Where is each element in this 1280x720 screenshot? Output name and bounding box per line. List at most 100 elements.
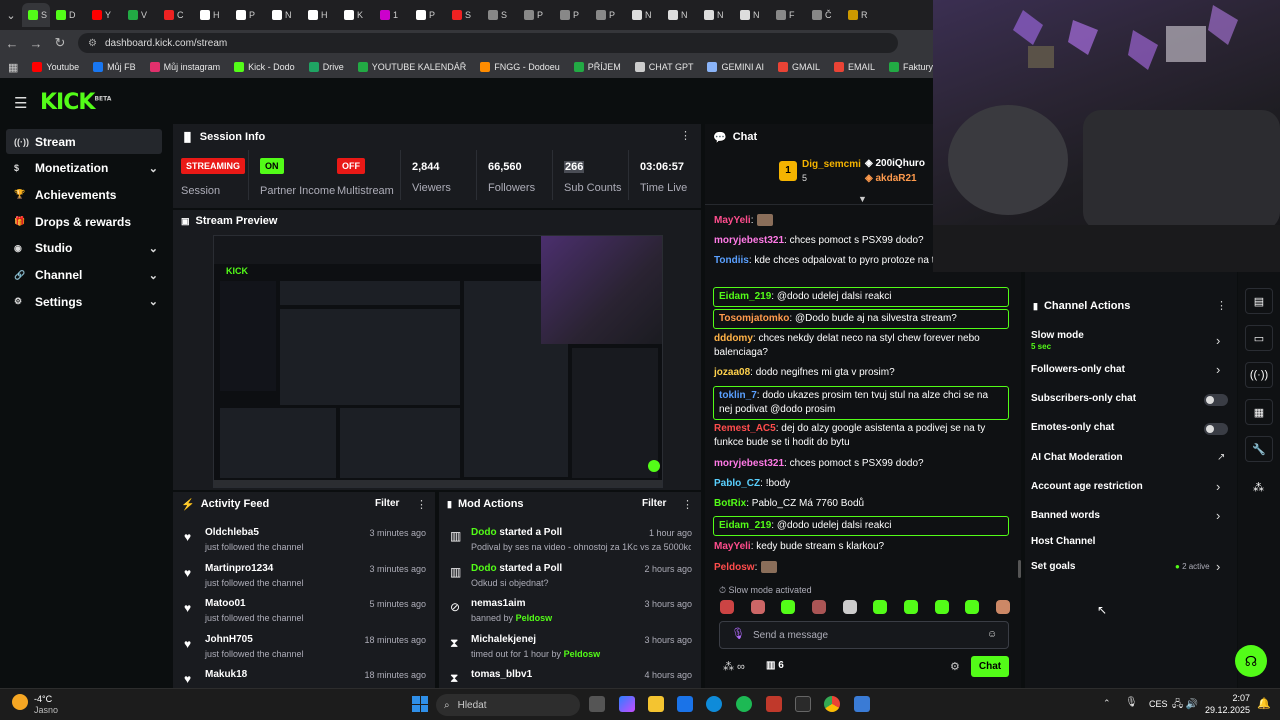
toggle-switch[interactable] [1204, 423, 1228, 435]
top-gifter-2[interactable]: ◈ 200iQhuro [865, 158, 925, 169]
explorer-icon[interactable] [648, 696, 664, 712]
mod-user[interactable]: Michalekjenej [471, 634, 536, 645]
mod-by[interactable]: Peldosw [516, 613, 553, 623]
bookmark-item[interactable]: Můj instagram [149, 62, 220, 72]
notepad-icon[interactable] [854, 696, 870, 712]
mod-user[interactable]: tomas_blbv1 [471, 669, 532, 680]
menu-icon[interactable]: ☰ [14, 94, 27, 112]
chevron-right-icon[interactable]: › [1216, 479, 1220, 494]
tab-list-icon[interactable]: ⌄ [0, 9, 22, 22]
chat-username[interactable]: Eidam_219 [719, 520, 771, 531]
emote-icon[interactable] [995, 600, 1010, 614]
chat-username[interactable]: dddomy [714, 333, 753, 344]
broadcast-icon[interactable]: ((·)) [1245, 362, 1273, 388]
notification-icon[interactable]: 🔔 [1257, 697, 1271, 710]
channel-action-followers-only-chat[interactable]: Followers-only chat [1031, 364, 1125, 375]
chat-username[interactable]: BotRix [714, 498, 746, 509]
browser-tab[interactable]: P [590, 3, 626, 27]
copilot-icon[interactable] [619, 696, 635, 712]
top-gifter-3[interactable]: ◈ akdaR21 [865, 173, 917, 184]
sidebar-item-drops-rewards[interactable]: 🎁 Drops & rewards [6, 209, 162, 234]
chat-username[interactable]: Remest_AC5 [714, 423, 776, 434]
microphone-icon[interactable]: 🎙 [731, 627, 745, 640]
obs-icon[interactable] [766, 696, 782, 712]
mod-filter-button[interactable]: Filter [642, 498, 666, 509]
mod-by[interactable]: Peldosw [564, 649, 601, 659]
bookmark-item[interactable]: Můj FB [93, 62, 136, 72]
channel-action-subscribers-only-chat[interactable]: Subscribers-only chat [1031, 393, 1136, 404]
bookmark-item[interactable]: FNGG - Dodoeu [480, 62, 560, 72]
browser-tab[interactable]: P [554, 3, 590, 27]
browser-tab[interactable]: Y [86, 3, 122, 27]
chevron-right-icon[interactable]: › [1216, 508, 1220, 523]
windows-start-icon[interactable] [412, 696, 428, 712]
layers-icon[interactable]: ▦ [1245, 399, 1273, 425]
feed-name[interactable]: Makuk18 [205, 669, 247, 680]
chrome-icon[interactable] [824, 696, 840, 712]
channel-action-account-age-restriction[interactable]: Account age restriction [1031, 481, 1143, 492]
browser-tab[interactable]: S [482, 3, 518, 27]
activity-filter-button[interactable]: Filter [375, 498, 399, 509]
browser-tab[interactable]: Č [806, 3, 842, 27]
clock-time[interactable]: 2:07 [1214, 693, 1250, 703]
expand-leaderboard-icon[interactable]: ▼ [858, 194, 867, 204]
browser-tab[interactable]: H [194, 3, 230, 27]
emote-icon[interactable] [811, 600, 826, 614]
chat-username[interactable]: Peldosw [714, 562, 755, 573]
browser-tab[interactable]: N [266, 3, 302, 27]
chat-username[interactable]: moryjebest321 [714, 458, 784, 469]
taskbar-search[interactable]: ⌕ Hledat [436, 694, 580, 716]
top-gifter-name[interactable]: Dig_semcmi [802, 159, 861, 170]
external-link-icon[interactable]: ↗ [1217, 452, 1225, 463]
document-icon[interactable]: ▤ [1245, 288, 1273, 314]
feed-name[interactable]: JohnH705 [205, 634, 253, 645]
network-icon[interactable]: 🖧 🔊 [1172, 697, 1198, 714]
mod-user[interactable]: nemas1aim [471, 598, 525, 609]
tray-chevron-icon[interactable]: ⌃ [1103, 698, 1111, 709]
feed-name[interactable]: Matoo01 [205, 598, 246, 609]
emote-icon[interactable] [903, 600, 918, 614]
bookmark-item[interactable]: Youtube [32, 62, 79, 72]
chat-username[interactable]: moryjebest321 [714, 235, 784, 246]
emote-icon[interactable] [750, 600, 765, 614]
site-info-icon[interactable]: ⚙ [88, 38, 97, 49]
browser-tab[interactable]: R [842, 3, 878, 27]
clock-date[interactable]: 29.12.2025 [1200, 705, 1250, 715]
chat-username[interactable]: toklin_7 [719, 390, 757, 401]
emote-icon[interactable] [720, 600, 734, 614]
weather-icon[interactable] [12, 694, 28, 710]
support-icon[interactable]: ☊ [1235, 645, 1267, 677]
browser-tab[interactable]: N [698, 3, 734, 27]
browser-tab[interactable]: S [446, 3, 482, 27]
browser-tab[interactable]: P [410, 3, 446, 27]
chat-username[interactable]: MayYeli [714, 541, 751, 552]
channel-action-host-channel[interactable]: Host Channel [1031, 536, 1095, 547]
sidebar-item-monetization[interactable]: $ Monetization ⌄ [6, 156, 162, 181]
bookmark-item[interactable]: GEMINI AI [707, 62, 764, 72]
terminal-icon[interactable] [795, 696, 811, 712]
chat-username[interactable]: Tosomjatomko [719, 313, 789, 324]
browser-tab[interactable]: K [338, 3, 374, 27]
back-icon[interactable]: ← [0, 36, 24, 51]
browser-tab[interactable]: N [734, 3, 770, 27]
channel-action-emotes-only-chat[interactable]: Emotes-only chat [1031, 422, 1114, 433]
browser-tab[interactable]: N [662, 3, 698, 27]
browser-tab[interactable]: H [302, 3, 338, 27]
browser-tab[interactable]: 1 [374, 3, 410, 27]
browser-tab[interactable]: P [230, 3, 266, 27]
feed-name[interactable]: Martinpro1234 [205, 563, 273, 574]
browser-tab[interactable]: S [22, 3, 50, 27]
chat-send-button[interactable]: Chat [971, 656, 1009, 677]
session-more-icon[interactable]: ⋮ [680, 129, 691, 142]
mic-tray-icon[interactable]: 🎙 [1125, 697, 1138, 708]
bookmark-item[interactable]: EMAIL [834, 62, 875, 72]
sidebar-item-studio[interactable]: ◉ Studio ⌄ [6, 236, 162, 261]
sidebar-item-settings[interactable]: ⚙ Settings ⌄ [6, 289, 162, 314]
browser-tab[interactable]: N [626, 3, 662, 27]
mod-user[interactable]: Dodo [471, 527, 497, 538]
activity-more-icon[interactable]: ⋮ [416, 498, 427, 511]
chevron-right-icon[interactable]: › [1216, 559, 1220, 574]
browser-tab[interactable]: P [518, 3, 554, 27]
channel-action-ai-chat-moderation[interactable]: AI Chat Moderation [1031, 452, 1123, 463]
chevron-right-icon[interactable]: › [1216, 333, 1220, 348]
